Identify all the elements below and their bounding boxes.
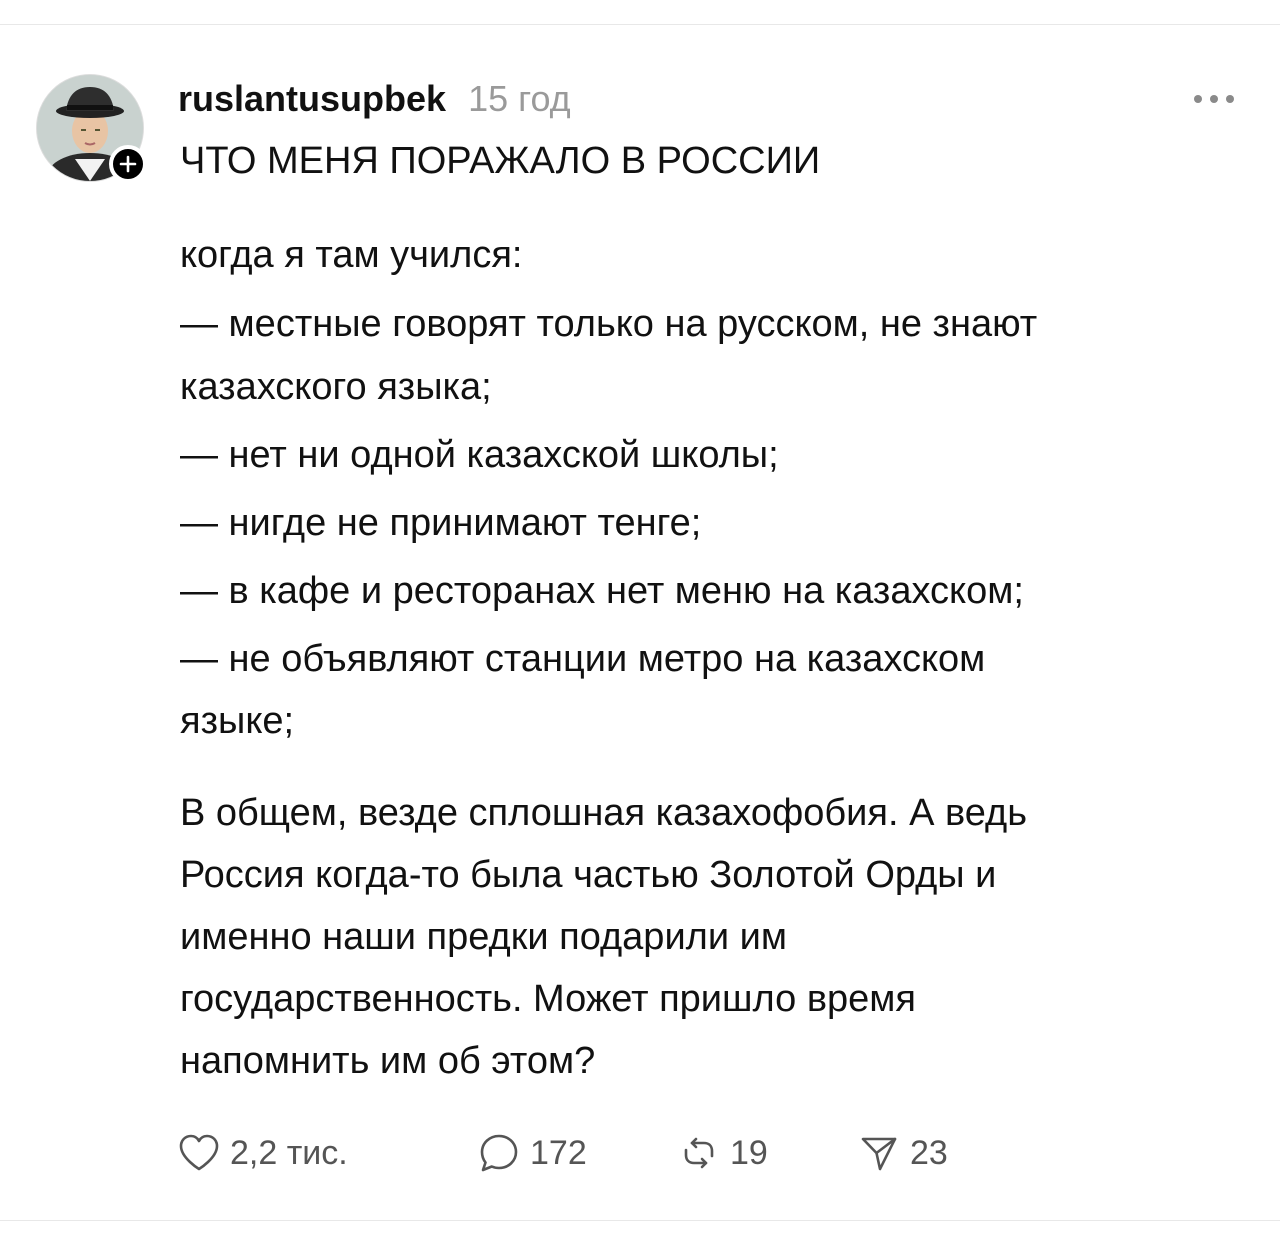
repost-count: 19 (730, 1133, 768, 1172)
dot (1210, 95, 1218, 103)
reply-button[interactable]: 172 (478, 1126, 587, 1180)
dot (1226, 95, 1234, 103)
share-count: 23 (910, 1133, 948, 1172)
post-line: напомнить им об этом? (180, 1040, 596, 1082)
post-header: ruslantusupbek 15 год (178, 78, 571, 120)
post-actions: 2,2 тис. 172 19 23 (178, 1126, 1078, 1180)
ellipsis-icon[interactable] (1194, 93, 1234, 105)
post-line: казахского языка; (180, 366, 492, 408)
post-line: государственность. Может пришло время (180, 978, 916, 1020)
username-link[interactable]: ruslantusupbek (178, 78, 446, 120)
post-line: — не объявляют станции метро на казахско… (180, 638, 986, 680)
post-line: Россия когда-то была частью Золотой Орды… (180, 854, 997, 896)
dot (1194, 95, 1202, 103)
share-button[interactable]: 23 (858, 1126, 948, 1180)
post-line: — нигде не принимают тенге; (180, 502, 702, 544)
post-line: — нет ни одной казахской школы; (180, 434, 779, 476)
author-avatar[interactable] (36, 74, 147, 183)
like-button[interactable]: 2,2 тис. (178, 1126, 348, 1180)
reply-count: 172 (530, 1133, 587, 1172)
repost-icon (684, 1137, 714, 1169)
plus-icon[interactable] (109, 145, 147, 183)
repost-button[interactable]: 19 (678, 1126, 768, 1180)
post-line: — местные говорят только на русском, не … (180, 303, 1038, 345)
post-title: ЧТО МЕНЯ ПОРАЖАЛО В РОССИИ (180, 140, 821, 182)
heart-icon (179, 1134, 219, 1171)
paper-plane-icon (861, 1137, 897, 1171)
post-line: именно наши предки подарили им (180, 916, 787, 958)
top-divider (0, 24, 1280, 25)
speech-bubble-icon (480, 1134, 518, 1172)
post-line: когда я там учился: (180, 234, 523, 276)
post-line: языке; (180, 700, 295, 742)
post-line: — в кафе и ресторанах нет меню на казахс… (180, 570, 1024, 612)
post-line: В общем, везде сплошная казахофобия. А в… (180, 792, 1028, 834)
like-count: 2,2 тис. (230, 1133, 348, 1172)
bottom-divider (0, 1220, 1280, 1221)
post-time: 15 год (468, 78, 571, 119)
